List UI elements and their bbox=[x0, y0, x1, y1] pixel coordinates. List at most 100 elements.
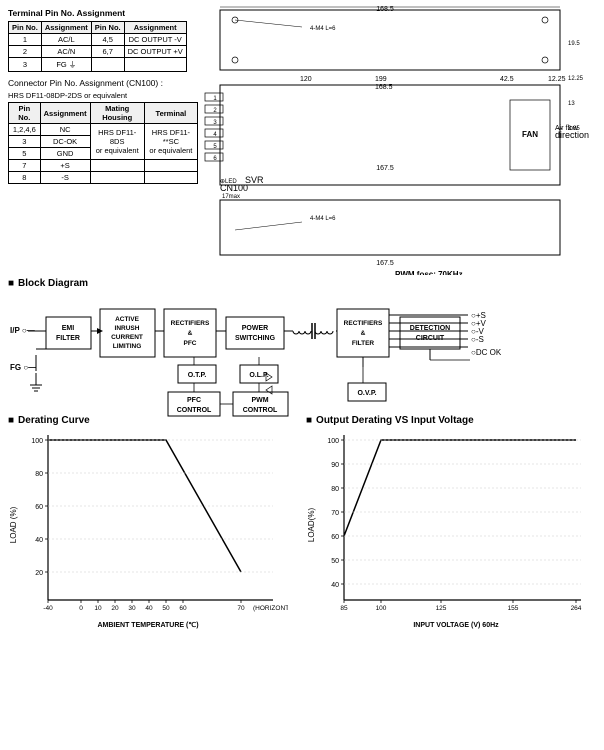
svg-text:80: 80 bbox=[35, 471, 43, 478]
svg-text:-40: -40 bbox=[43, 605, 53, 612]
output-derating-svg: LOAD(%) 100 90 80 70 60 50 40 bbox=[306, 430, 596, 650]
block-diagram-title: Block Diagram bbox=[8, 278, 596, 289]
svg-text:17max: 17max bbox=[222, 194, 240, 200]
svg-text:PWM fosc: 70KHz: PWM fosc: 70KHz bbox=[395, 270, 463, 275]
svg-text:○-S: ○-S bbox=[471, 335, 484, 344]
svg-text:POWER: POWER bbox=[242, 325, 268, 332]
svg-text:○DC OK: ○DC OK bbox=[471, 348, 502, 357]
svg-text:80: 80 bbox=[331, 486, 339, 493]
svg-text:(HORIZONTAL): (HORIZONTAL) bbox=[253, 605, 288, 612]
svg-text:LIMITING: LIMITING bbox=[113, 343, 142, 350]
svg-text:100: 100 bbox=[31, 438, 43, 445]
table-row: 1,2,4,6 NC HRS DF11-8DSor equivalent HRS… bbox=[9, 124, 198, 136]
svg-text:CURRENT: CURRENT bbox=[111, 334, 143, 341]
svg-text:FILTER: FILTER bbox=[56, 335, 80, 342]
svg-text:FG ○—: FG ○— bbox=[10, 363, 36, 372]
svg-text:50: 50 bbox=[331, 558, 339, 565]
svg-text:20: 20 bbox=[111, 605, 119, 612]
svg-text:168.5: 168.5 bbox=[376, 6, 394, 13]
svg-text:ACTIVE: ACTIVE bbox=[115, 316, 140, 323]
svg-text:19.5: 19.5 bbox=[568, 41, 580, 47]
svg-text:90: 90 bbox=[331, 462, 339, 469]
svg-text:13: 13 bbox=[568, 101, 575, 107]
svg-text:264: 264 bbox=[571, 605, 582, 612]
svg-text:42.5: 42.5 bbox=[500, 76, 514, 83]
svg-text:&: & bbox=[361, 330, 366, 337]
output-derating-block: Output Derating VS Input Voltage LOAD(%)… bbox=[306, 415, 596, 652]
table-row: 8 -S bbox=[9, 172, 198, 184]
svg-text:40: 40 bbox=[145, 605, 153, 612]
svg-text:125: 125 bbox=[436, 605, 447, 612]
svg-text:199: 199 bbox=[375, 76, 387, 83]
connector-table: Pin No. Assignment Mating Housing Termin… bbox=[8, 102, 198, 184]
block-diagram-svg: I/P ○— FG ○— EMI FILTER ACTIVE INRUSH CU… bbox=[8, 295, 596, 425]
svg-text:EMI: EMI bbox=[62, 325, 75, 332]
svg-text:50: 50 bbox=[162, 605, 170, 612]
technical-drawing-svg: 168.5 1 2 3 4 5 6 bbox=[200, 5, 590, 275]
svg-text:SWITCHING: SWITCHING bbox=[235, 335, 276, 342]
derating-curve-title: Derating Curve bbox=[8, 415, 298, 426]
terminal-title: Terminal Pin No. Assignment bbox=[8, 8, 198, 18]
svg-text:&: & bbox=[188, 330, 193, 337]
svg-text:40: 40 bbox=[35, 537, 43, 544]
svg-text:4-M4 L=6: 4-M4 L=6 bbox=[310, 26, 336, 32]
svg-text:→: → bbox=[555, 122, 564, 132]
svg-text:PWM: PWM bbox=[251, 397, 268, 404]
svg-text:12.25: 12.25 bbox=[568, 76, 584, 82]
svg-text:4-M4 L=6: 4-M4 L=6 bbox=[310, 216, 336, 222]
top-diagram: 168.5 1 2 3 4 5 6 bbox=[200, 5, 590, 275]
svg-text:O.T.P.: O.T.P. bbox=[188, 372, 207, 379]
svg-text:155: 155 bbox=[508, 605, 519, 612]
pin-header-3: Pin No. bbox=[91, 22, 124, 34]
svg-text:AMBIENT TEMPERATURE (℃): AMBIENT TEMPERATURE (℃) bbox=[97, 621, 198, 629]
svg-text:CN100: CN100 bbox=[220, 183, 248, 193]
svg-text:100: 100 bbox=[376, 605, 387, 612]
curves-section: Derating Curve LOAD (%) 100 80 60 40 bbox=[8, 415, 596, 652]
svg-text:168.5: 168.5 bbox=[375, 84, 393, 91]
pin-header-4: Assignment bbox=[124, 22, 186, 34]
svg-text:RECTIFIERS: RECTIFIERS bbox=[344, 320, 383, 327]
svg-text:PFC: PFC bbox=[187, 397, 201, 404]
svg-text:O.V.P.: O.V.P. bbox=[357, 390, 376, 397]
derating-curve-block: Derating Curve LOAD (%) 100 80 60 40 bbox=[8, 415, 298, 652]
svg-text:12.25: 12.25 bbox=[548, 76, 566, 83]
svg-text:SVR: SVR bbox=[245, 175, 264, 185]
svg-text:40: 40 bbox=[331, 582, 339, 589]
connector-section: Connector Pin No. Assignment (CN100) : H… bbox=[8, 78, 198, 184]
svg-text:120: 120 bbox=[300, 76, 312, 83]
svg-text:CONTROL: CONTROL bbox=[177, 407, 212, 414]
connector-title: Connector Pin No. Assignment (CN100) : bbox=[8, 78, 198, 88]
svg-text:INPUT VOLTAGE (V) 60Hz: INPUT VOLTAGE (V) 60Hz bbox=[413, 622, 499, 629]
svg-text:167.5: 167.5 bbox=[376, 260, 394, 267]
table-row: 2 AC/N 6,7 DC OUTPUT +V bbox=[9, 46, 187, 58]
svg-text:70: 70 bbox=[237, 605, 245, 612]
svg-text:85: 85 bbox=[340, 605, 348, 612]
svg-text:60: 60 bbox=[331, 534, 339, 541]
svg-text:3.85: 3.85 bbox=[568, 126, 580, 132]
svg-text:60: 60 bbox=[179, 605, 187, 612]
svg-text:RECTIFIERS: RECTIFIERS bbox=[171, 320, 210, 327]
block-diagram-section: Block Diagram I/P ○— FG ○— EMI FILTER bbox=[8, 278, 596, 427]
svg-text:100: 100 bbox=[327, 438, 339, 445]
svg-text:10: 10 bbox=[94, 605, 102, 612]
pin-header-2: Assignment bbox=[41, 22, 91, 34]
derating-curve-svg: LOAD (%) 100 80 60 40 20 -40 bbox=[8, 430, 288, 650]
connector-subtitle: HRS DF11-08DP-2DS or equivalent bbox=[8, 91, 198, 100]
page: Terminal Pin No. Assignment Pin No. Assi… bbox=[0, 0, 604, 750]
svg-text:30: 30 bbox=[128, 605, 136, 612]
svg-text:0: 0 bbox=[79, 605, 83, 612]
svg-text:FILTER: FILTER bbox=[352, 340, 375, 347]
pin-table: Pin No. Assignment Pin No. Assignment 1 … bbox=[8, 21, 187, 72]
svg-text:PFC: PFC bbox=[184, 340, 197, 347]
output-derating-title: Output Derating VS Input Voltage bbox=[306, 415, 596, 426]
svg-text:LOAD(%): LOAD(%) bbox=[307, 508, 316, 543]
pin-header-1: Pin No. bbox=[9, 22, 42, 34]
svg-text:70: 70 bbox=[331, 510, 339, 517]
table-row: 1 AC/L 4,5 DC OUTPUT -V bbox=[9, 34, 187, 46]
terminal-section: Terminal Pin No. Assignment Pin No. Assi… bbox=[8, 8, 198, 184]
table-row: 3 FG ⏚ bbox=[9, 58, 187, 72]
svg-text:INRUSH: INRUSH bbox=[115, 325, 140, 332]
svg-text:167.5: 167.5 bbox=[376, 165, 394, 172]
svg-text:LOAD (%): LOAD (%) bbox=[9, 506, 18, 543]
svg-text:FAN: FAN bbox=[522, 130, 538, 139]
